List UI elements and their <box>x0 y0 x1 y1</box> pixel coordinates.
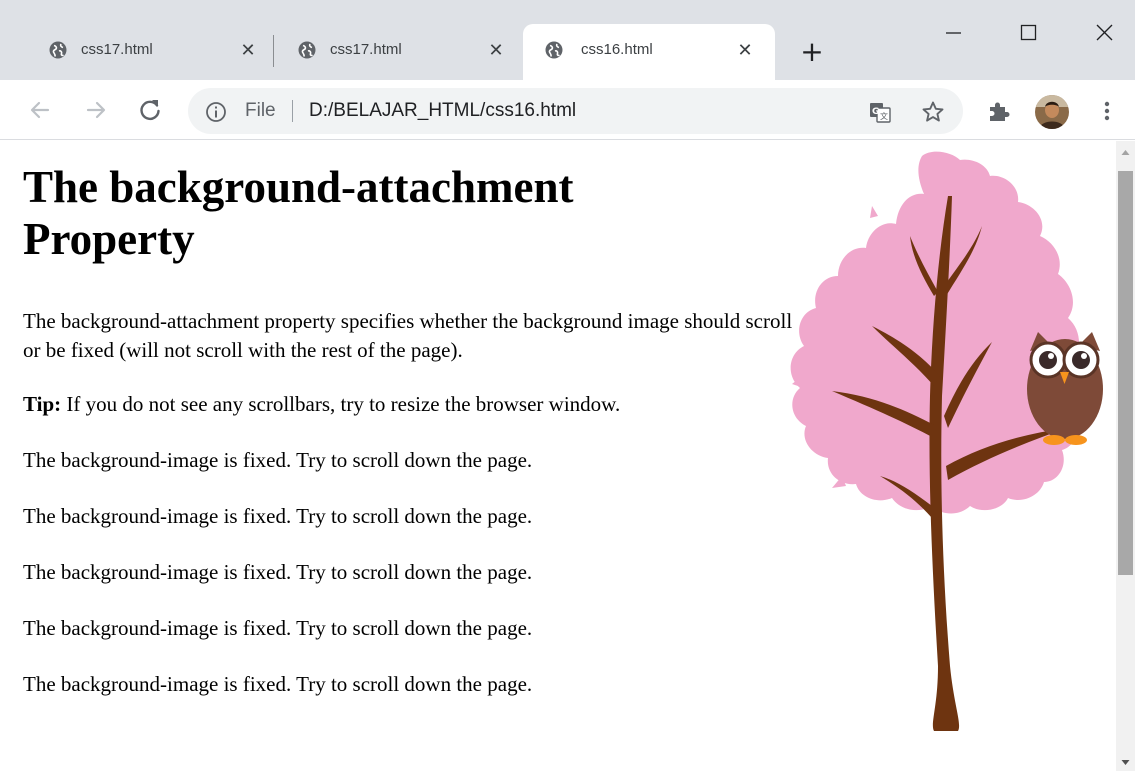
fixed-paragraph: The background-image is fixed. Try to sc… <box>23 616 533 640</box>
profile-photo-icon <box>1035 95 1069 129</box>
minimize-icon[interactable] <box>933 12 973 52</box>
browser-window: css17.html ✕ css17.html ✕ css16.html ✕ + <box>0 0 1135 771</box>
tab-separator <box>273 35 274 67</box>
tab-title: css16.html <box>581 41 653 58</box>
fixed-paragraph: The background-image is fixed. Try to sc… <box>23 448 533 472</box>
scroll-up-arrow-icon[interactable] <box>1116 144 1135 161</box>
vertical-scrollbar[interactable] <box>1116 141 1135 771</box>
svg-text:文: 文 <box>880 111 888 121</box>
tab-strip: css17.html ✕ css17.html ✕ css16.html ✕ + <box>0 0 1135 80</box>
tree-owl-background-image <box>790 151 1103 731</box>
tip-label: Tip: <box>23 392 62 416</box>
tab-close-icon[interactable]: ✕ <box>734 39 756 61</box>
fixed-paragraph: The background-image is fixed. Try to sc… <box>23 672 533 696</box>
intro-paragraph: The background-attachment property speci… <box>23 309 793 362</box>
tab-close-icon[interactable]: ✕ <box>237 39 259 61</box>
scroll-down-arrow-icon[interactable] <box>1116 754 1135 771</box>
back-arrow-icon[interactable] <box>26 96 54 124</box>
address-bar[interactable]: File D:/BELAJAR_HTML/css16.html G 文 <box>188 88 963 134</box>
globe-icon <box>49 41 67 59</box>
toolbar: File D:/BELAJAR_HTML/css16.html G 文 <box>0 80 1135 140</box>
maximize-icon[interactable] <box>1009 12 1049 52</box>
info-icon[interactable] <box>205 101 227 123</box>
reload-icon[interactable] <box>136 96 164 124</box>
tab-title: css17.html <box>330 41 402 58</box>
window-left-edge <box>0 141 7 771</box>
url-text[interactable]: D:/BELAJAR_HTML/css16.html <box>309 99 576 123</box>
new-tab-button[interactable]: + <box>797 38 827 68</box>
url-scheme: File <box>245 100 276 121</box>
tab-css17-first[interactable]: css17.html ✕ <box>33 24 269 80</box>
extensions-puzzle-icon[interactable] <box>986 98 1012 124</box>
globe-icon <box>545 41 563 59</box>
svg-text:G: G <box>872 107 879 117</box>
page-content: The background-attachment Property The b… <box>23 141 803 699</box>
globe-icon <box>298 41 316 59</box>
kebab-menu-icon[interactable] <box>1099 98 1115 124</box>
translate-icon[interactable]: G 文 <box>869 101 891 123</box>
bookmark-star-icon[interactable] <box>921 100 945 124</box>
tab-css17-second[interactable]: css17.html ✕ <box>282 24 518 80</box>
fixed-paragraph: The background-image is fixed. Try to sc… <box>23 504 533 528</box>
url-separator <box>292 100 293 122</box>
tab-title: css17.html <box>81 41 153 58</box>
profile-avatar[interactable] <box>1035 95 1069 129</box>
scrollbar-thumb[interactable] <box>1118 171 1133 575</box>
tip-paragraph: Tip: If you do not see any scrollbars, t… <box>23 390 803 419</box>
close-window-icon[interactable] <box>1084 12 1124 52</box>
forward-arrow-icon[interactable] <box>82 96 110 124</box>
tab-close-icon[interactable]: ✕ <box>485 39 507 61</box>
fixed-paragraph: The background-image is fixed. Try to sc… <box>23 560 533 584</box>
page-viewport[interactable]: The background-attachment Property The b… <box>7 141 1116 771</box>
tip-text: If you do not see any scrollbars, try to… <box>61 392 621 416</box>
page-heading: The background-attachment Property <box>23 162 574 264</box>
tab-css16-active[interactable]: css16.html ✕ <box>523 24 775 80</box>
